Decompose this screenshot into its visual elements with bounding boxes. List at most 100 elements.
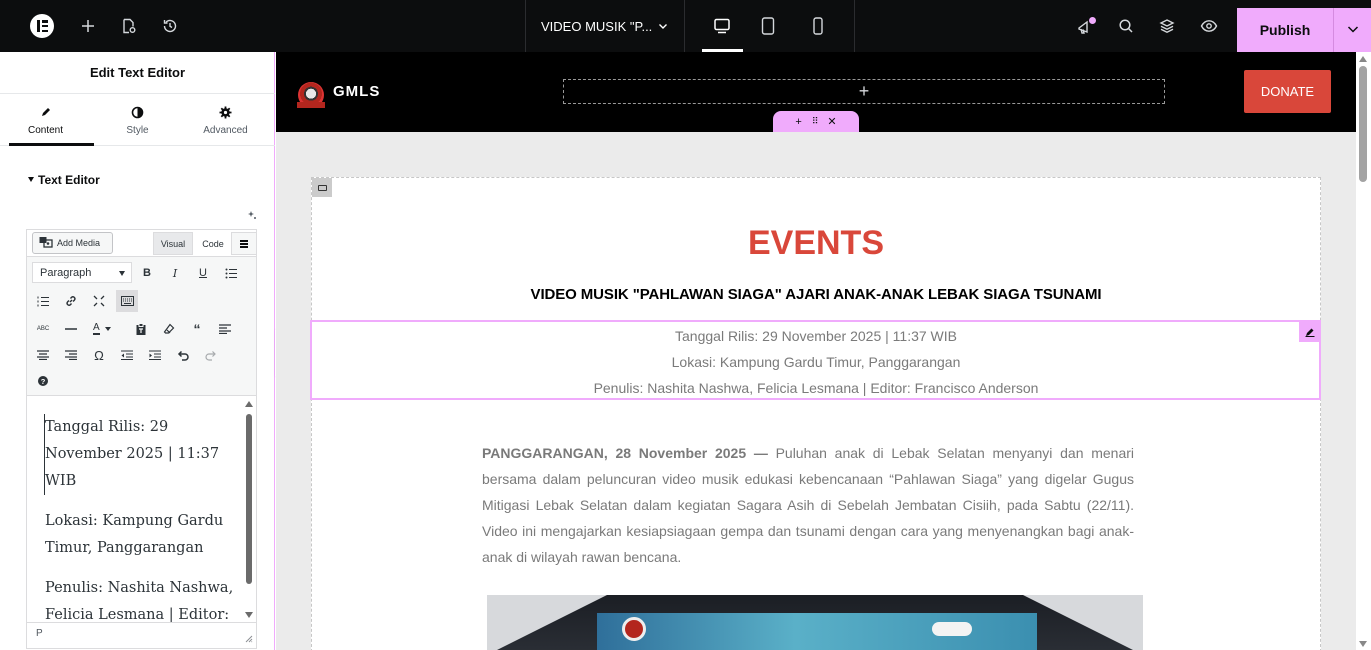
horizontal-line-icon[interactable]	[60, 318, 82, 340]
panel-tabs: Content Style Advanced	[0, 94, 275, 146]
notification-dot	[1089, 17, 1096, 24]
align-center-icon[interactable]	[32, 344, 54, 366]
toolbar-toggle-icon[interactable]	[231, 232, 257, 255]
section-toggle[interactable]: Text Editor	[28, 173, 100, 187]
code-tab[interactable]: Code	[197, 232, 229, 255]
drag-handle-icon[interactable]: ⠿	[812, 116, 819, 127]
editor-paragraph: Lokasi: Kampung Gardu Timur, Panggaranga…	[45, 513, 224, 556]
scroll-down-arrow-icon[interactable]	[245, 612, 253, 618]
active-tab-indicator	[9, 143, 94, 146]
site-name[interactable]: GMLS	[333, 83, 380, 100]
resize-grip-icon[interactable]	[245, 635, 253, 645]
align-right-icon[interactable]	[60, 344, 82, 366]
document-title: VIDEO MUSIK "P...	[541, 18, 653, 34]
format-select[interactable]: Paragraph	[32, 262, 132, 283]
svg-text:?: ?	[41, 377, 46, 386]
ai-sparkle-icon[interactable]	[247, 210, 257, 223]
contrast-icon	[131, 104, 144, 120]
numbered-list-icon[interactable]	[32, 290, 54, 312]
sponsor-logo	[932, 622, 972, 636]
italic-icon[interactable]: I	[164, 262, 186, 284]
publish-button[interactable]: Publish	[1237, 8, 1333, 52]
tab-content-label: Content	[27, 125, 64, 136]
tab-style[interactable]: Style	[92, 94, 183, 146]
site-header: GMLS + DONATE + ⠿ ✕	[276, 52, 1356, 132]
desktop-icon[interactable]	[710, 14, 734, 38]
help-icon[interactable]: ?	[32, 370, 54, 392]
text-color-icon[interactable]: A	[88, 318, 124, 340]
keyboard-toolbar-toggle-icon[interactable]	[116, 290, 138, 312]
meta-authors: Penulis: Nashita Nashwa, Felicia Lesmana…	[593, 380, 1039, 396]
scroll-up-arrow-icon[interactable]	[1359, 56, 1367, 62]
tab-advanced[interactable]: Advanced	[180, 94, 271, 146]
editor-panel: Edit Text Editor Content Style Advanced …	[0, 52, 275, 650]
format-select-value: Paragraph	[40, 266, 92, 279]
mobile-icon[interactable]	[806, 14, 830, 38]
structure-icon[interactable]	[1155, 14, 1179, 38]
redo-icon[interactable]	[200, 344, 222, 366]
elementor-logo-icon[interactable]	[30, 14, 54, 38]
scroll-up-arrow-icon[interactable]	[245, 401, 253, 407]
meta-release-date: Tanggal Rilis: 29 November 2025 | 11:37 …	[675, 328, 957, 344]
bulleted-list-icon[interactable]	[220, 262, 242, 284]
preview-icon[interactable]	[1197, 14, 1221, 38]
special-character-icon[interactable]: Ω	[88, 344, 110, 366]
document-title-dropdown[interactable]: VIDEO MUSIK "P...	[525, 0, 685, 52]
underline-icon[interactable]: U	[192, 262, 214, 284]
element-path[interactable]: P	[36, 628, 43, 639]
tablet-icon[interactable]	[756, 14, 780, 38]
delete-section-icon[interactable]: ✕	[827, 115, 836, 128]
article-image[interactable]	[487, 595, 1143, 650]
caret-down-icon	[119, 271, 125, 276]
strikethrough-abc-icon[interactable]: ABC	[32, 318, 54, 340]
section-title-label: Text Editor	[38, 173, 100, 187]
page-preview: GMLS + DONATE + ⠿ ✕ EVENTS VIDEO MUSIK "…	[276, 52, 1356, 650]
add-media-label: Add Media	[57, 238, 101, 248]
chevron-down-icon	[1347, 21, 1359, 39]
add-section-icon[interactable]: +	[795, 116, 801, 128]
article-title: VIDEO MUSIK "PAHLAWAN SIAGA" AJARI ANAK-…	[530, 286, 1102, 303]
edit-widget-pencil-icon[interactable]	[1299, 321, 1320, 342]
indent-icon[interactable]	[144, 344, 166, 366]
events-heading: EVENTS	[747, 224, 885, 262]
blockquote-icon[interactable]: “	[186, 318, 208, 340]
align-left-icon[interactable]	[214, 318, 236, 340]
meta-location: Lokasi: Kampung Gardu Timur, Panggaranga…	[671, 354, 961, 370]
panel-title: Edit Text Editor	[0, 52, 275, 94]
publish-options-button[interactable]	[1333, 8, 1371, 52]
paste-as-text-icon[interactable]	[130, 318, 152, 340]
visual-tab[interactable]: Visual	[153, 232, 193, 255]
editor-status-bar: P	[27, 622, 256, 648]
add-icon[interactable]	[76, 14, 100, 38]
donate-button[interactable]: DONATE	[1244, 70, 1331, 113]
bold-icon[interactable]: B	[136, 262, 158, 284]
add-media-button[interactable]: Add Media	[32, 232, 113, 254]
tab-style-label: Style	[126, 125, 149, 136]
article-body: PANGGARANGAN, 28 November 2025 — Puluhan…	[482, 440, 1134, 570]
scroll-down-arrow-icon[interactable]	[1359, 641, 1367, 647]
add-icon: +	[858, 81, 870, 101]
tab-content[interactable]: Content	[0, 94, 91, 146]
page-scrollbar[interactable]	[1356, 52, 1371, 650]
event-badge-logo	[622, 617, 646, 641]
editor-scrollbar-thumb[interactable]	[246, 414, 252, 584]
outdent-icon[interactable]	[116, 344, 138, 366]
text-editor: Add Media Visual Code Paragraph B I U AB…	[26, 229, 257, 649]
page-settings-icon[interactable]	[117, 14, 141, 38]
article-meta[interactable]: Tanggal Rilis: 29 November 2025 | 11:37 …	[276, 323, 1356, 401]
pencil-icon	[40, 104, 52, 120]
link-icon[interactable]	[60, 290, 82, 312]
search-icon[interactable]	[1114, 14, 1138, 38]
fullscreen-icon[interactable]	[88, 290, 110, 312]
add-element-placeholder[interactable]: +	[563, 79, 1165, 104]
media-icon	[39, 236, 53, 250]
divider	[854, 0, 855, 52]
article-lead: PANGGARANGAN, 28 November 2025 —	[482, 445, 768, 461]
page-scrollbar-thumb[interactable]	[1359, 66, 1367, 182]
undo-icon[interactable]	[172, 344, 194, 366]
history-icon[interactable]	[158, 14, 182, 38]
container-handle-icon[interactable]	[312, 178, 332, 197]
editor-paragraph: Tanggal Rilis: 29 November 2025 | 11:37 …	[44, 414, 234, 495]
clear-formatting-icon[interactable]	[158, 318, 180, 340]
editor-content-area[interactable]: Tanggal Rilis: 29 November 2025 | 11:37 …	[27, 397, 243, 622]
